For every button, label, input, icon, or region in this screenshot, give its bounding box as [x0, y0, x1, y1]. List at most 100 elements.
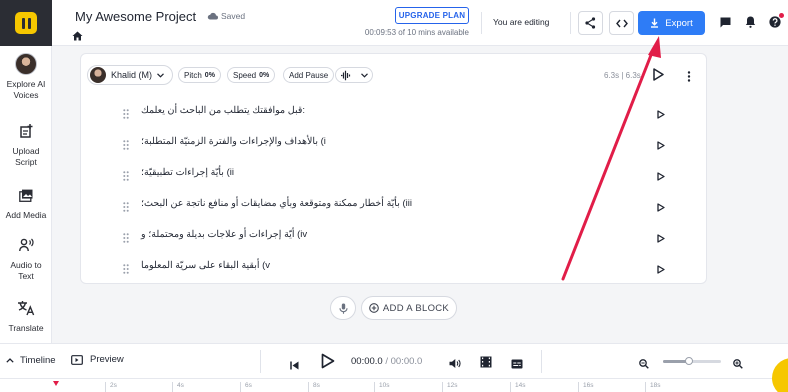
plus-circle-icon [369, 303, 379, 313]
divider [570, 12, 571, 34]
skip-back-icon[interactable] [290, 357, 299, 375]
voice-avatar [90, 67, 106, 83]
embed-button[interactable] [609, 11, 634, 35]
sidebar-item-explore-voices[interactable]: Explore AI Voices [0, 53, 52, 101]
play-icon[interactable] [653, 68, 664, 86]
block-text[interactable]: أبقية البقاء على سريّة المعلوما (v [141, 260, 270, 271]
timeline-ruler[interactable]: 2s 4s 6s 8s 10s 12s 14s 16s 18s [0, 378, 788, 392]
script-block[interactable]: بأيّة أخطار ممكنة ومتوقعة وبأي مضايقات أ… [81, 189, 708, 220]
playback-time: 00:00.0 / 00:00.0 [351, 356, 423, 367]
record-voice-button[interactable] [330, 296, 356, 320]
top-bar: My Awesome Project Saved UPGRADE PLAN 00… [52, 0, 788, 46]
preview-button[interactable]: Preview [71, 354, 124, 365]
play-icon[interactable] [657, 137, 665, 155]
drag-handle-icon[interactable] [123, 168, 129, 186]
timeline-toggle[interactable]: Timeline [6, 355, 56, 366]
sidebar-item-label: Translate [8, 323, 44, 333]
zoom-slider-handle[interactable] [685, 357, 694, 365]
ruler-tick: 6s [240, 382, 252, 392]
ruler-tick: 14s [510, 382, 525, 392]
sidebar-item-label: Upload Script [12, 146, 40, 167]
script-block[interactable]: بأيّة إجراءات تطبيقيّة؛ (ii [81, 158, 708, 189]
ruler-tick: 10s [374, 382, 389, 392]
ruler-tick: 4s [172, 382, 184, 392]
divider [481, 12, 482, 34]
play-icon[interactable] [321, 353, 335, 374]
block-text[interactable]: قبل موافقتك يتطلب من الباحث أن يعلمك: [141, 105, 305, 116]
comments-icon[interactable] [720, 15, 731, 33]
play-icon[interactable] [657, 261, 665, 279]
sidebar-item-add-media[interactable]: Add Media [0, 184, 52, 221]
media-icon [19, 184, 33, 206]
upgrade-plan-button[interactable]: UPGRADE PLAN [395, 7, 469, 24]
sidebar-item-audio-to-text[interactable]: Audio to Text [0, 234, 52, 282]
cloud-icon [207, 12, 218, 20]
speed-control[interactable]: Speed 0% [227, 67, 276, 83]
divider [541, 350, 542, 373]
audio-to-text-icon [18, 234, 34, 256]
code-icon [615, 19, 628, 27]
ruler-tick: 18s [645, 382, 660, 392]
translate-icon [17, 297, 35, 319]
share-button[interactable] [578, 11, 603, 35]
project-title[interactable]: My Awesome Project [75, 9, 196, 24]
script-block[interactable]: قبل موافقتك يتطلب من الباحث أن يعلمك: [81, 96, 708, 127]
home-icon[interactable] [72, 28, 83, 46]
block-text[interactable]: بأيّة إجراءات تطبيقيّة؛ (ii [141, 167, 234, 178]
zoom-out-icon[interactable] [639, 356, 649, 374]
volume-icon[interactable] [449, 356, 461, 374]
export-button[interactable]: Export [638, 11, 705, 35]
bell-icon[interactable] [745, 15, 756, 33]
voice-name: Khalid (M) [111, 70, 153, 80]
play-icon[interactable] [657, 230, 665, 248]
block-text[interactable]: بأيّة أخطار ممكنة ومتوقعة وبأي مضايقات أ… [141, 198, 412, 209]
chevron-up-icon [6, 358, 14, 363]
add-block-button[interactable]: ADD A BLOCK [361, 296, 457, 320]
sidebar-item-upload-script[interactable]: Upload Script [0, 120, 52, 168]
subtitles-icon[interactable] [511, 356, 523, 374]
more-options-icon[interactable] [687, 69, 691, 87]
play-icon[interactable] [657, 199, 665, 217]
playhead-marker[interactable] [53, 381, 59, 386]
preview-icon [71, 354, 83, 365]
drag-handle-icon[interactable] [123, 199, 129, 217]
play-icon[interactable] [657, 168, 665, 186]
drag-handle-icon[interactable] [123, 106, 129, 124]
saved-status: Saved [207, 11, 245, 21]
add-pause-button[interactable]: Add Pause [283, 67, 335, 83]
script-block[interactable]: أيّة إجراءات أو علاجات بديلة ومحتملة؛ و … [81, 220, 708, 251]
sidebar-item-translate[interactable]: Translate [0, 297, 52, 334]
block-text[interactable]: أيّة إجراءات أو علاجات بديلة ومحتملة؛ و … [141, 229, 307, 240]
share-icon [585, 17, 596, 29]
editing-status: You are editing [493, 17, 550, 27]
script-block[interactable]: أبقية البقاء على سريّة المعلوما (v [81, 251, 708, 282]
ruler-tick: 12s [442, 382, 457, 392]
drag-handle-icon[interactable] [123, 230, 129, 248]
microphone-icon [338, 303, 348, 314]
sidebar-item-label: Explore AI Voices [6, 79, 46, 100]
upload-script-icon [19, 120, 33, 142]
drag-handle-icon[interactable] [123, 261, 129, 279]
pitch-control[interactable]: Pitch 0% [178, 67, 221, 83]
drag-handle-icon[interactable] [123, 137, 129, 155]
help-icon[interactable] [769, 15, 781, 33]
app-logo[interactable] [0, 0, 52, 46]
sidebar-item-label: Add Media [5, 210, 47, 220]
app-logo-icon [15, 12, 37, 34]
voice-selector[interactable]: Khalid (M) [87, 65, 173, 85]
ruler-tick: 2s [105, 382, 117, 392]
ruler-tick: 8s [308, 382, 320, 392]
zoom-in-icon[interactable] [733, 356, 743, 374]
script-block[interactable]: بالأهداف والإجراءات والفترة الزمنيّة الم… [81, 127, 708, 158]
divider [260, 350, 261, 373]
video-icon[interactable] [480, 355, 492, 373]
script-editor-card: Khalid (M) Pitch 0% Speed 0% Add Pause 6… [80, 53, 707, 284]
play-icon[interactable] [657, 106, 665, 124]
block-text[interactable]: بالأهداف والإجراءات والفترة الزمنيّة الم… [141, 136, 326, 147]
player-bar: Timeline Preview 00:00.0 / 00:00.0 [0, 343, 788, 378]
voice-effects-dropdown[interactable] [335, 67, 373, 83]
sidebar-item-label: Audio to Text [10, 260, 42, 281]
block-toolbar: Khalid (M) Pitch 0% Speed 0% Add Pause 6… [81, 54, 708, 96]
voice-effects-icon [341, 70, 351, 80]
chevron-down-icon [361, 72, 368, 78]
